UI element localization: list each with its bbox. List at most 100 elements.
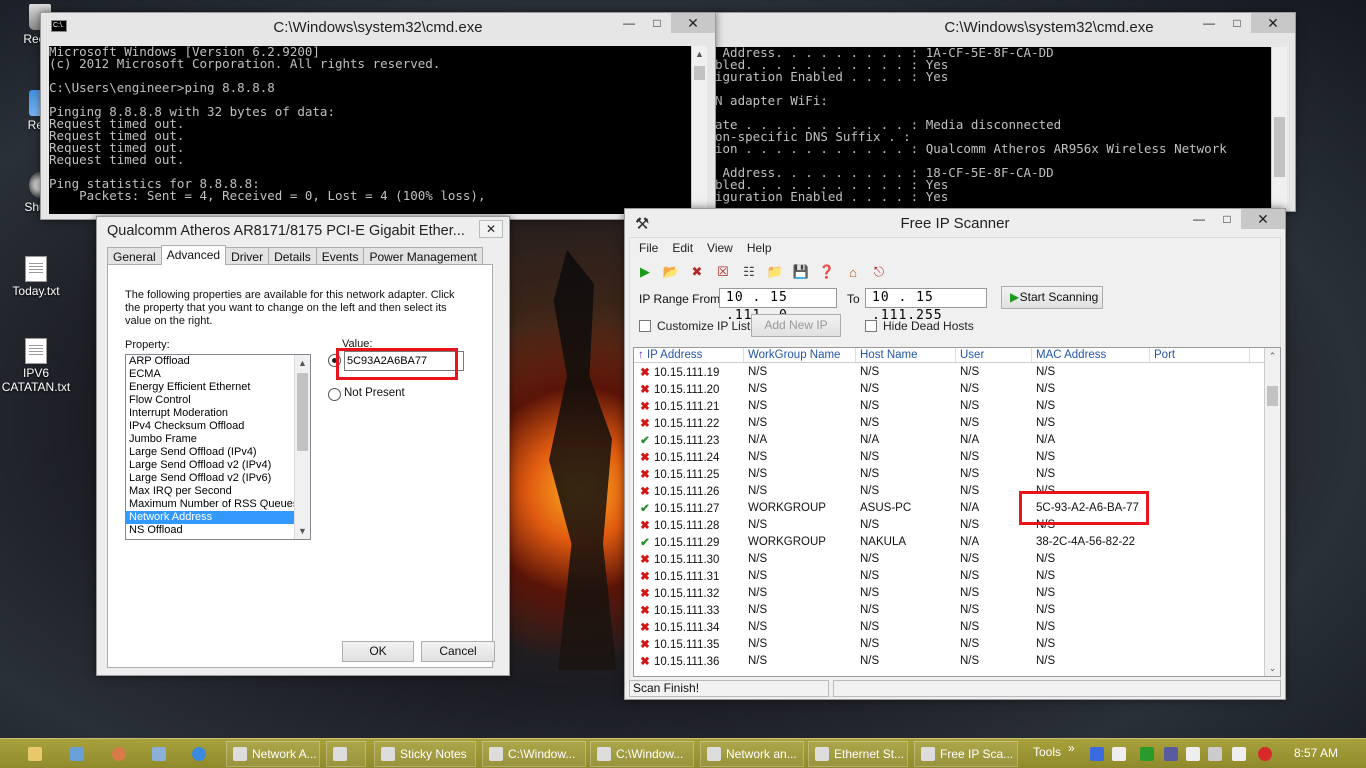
flag-icon[interactable] [1186, 747, 1200, 761]
tab-events[interactable]: Events [315, 247, 365, 265]
property-item[interactable]: Interrupt Moderation [126, 407, 310, 420]
network-status-icon[interactable] [1232, 747, 1246, 761]
close-icon[interactable]: ✕ [479, 220, 503, 238]
table-row[interactable]: ✖ 10.15.111.20 N/S N/S N/S N/S [634, 380, 1280, 397]
network-tool-icon[interactable] [152, 747, 166, 761]
table-row[interactable]: ✖ 10.15.111.34 N/S N/S N/S N/S [634, 618, 1280, 635]
ip-scanner-window[interactable]: ⚒ Free IP Scanner — □ ✕ File Edit View H… [624, 208, 1286, 700]
tab-details[interactable]: Details [268, 247, 317, 265]
paint-icon[interactable] [112, 747, 126, 761]
table-row[interactable]: ✖ 10.15.111.22 N/S N/S N/S N/S [634, 414, 1280, 431]
scan-results-grid[interactable]: ↑ IP Address WorkGroup Name Host Name Us… [633, 347, 1281, 677]
property-item[interactable]: IPv4 Checksum Offload [126, 420, 310, 433]
taskbar-item[interactable]: C:\Window... [482, 741, 586, 767]
tray-arrow-icon[interactable] [1112, 747, 1126, 761]
scroll-thumb[interactable] [1267, 386, 1278, 406]
nvidia-icon[interactable] [1140, 747, 1154, 761]
table-row[interactable]: ✖ 10.15.111.31 N/S N/S N/S N/S [634, 567, 1280, 584]
property-item[interactable]: Max IRQ per Second [126, 485, 310, 498]
open-folder-icon[interactable]: 📂 [661, 262, 681, 282]
table-row[interactable]: ✖ 10.15.111.35 N/S N/S N/S N/S [634, 635, 1280, 652]
table-row[interactable]: ✖ 10.15.111.32 N/S N/S N/S N/S [634, 584, 1280, 601]
menu-view[interactable]: View [707, 241, 733, 255]
property-listbox[interactable]: ARP Offload ECMA Energy Efficient Ethernet… [125, 354, 311, 540]
table-row[interactable]: ✖ 10.15.111.30 N/S N/S N/S N/S [634, 550, 1280, 567]
taskbar-item[interactable]: Sticky Notes [374, 741, 476, 767]
table-row[interactable]: ✔ 10.15.111.27 WORKGROUP ASUS-PC N/A 5C-93-A2… [634, 499, 1280, 516]
table-row[interactable]: ✔ 10.15.111.29 WORKGROUP NAKULA N/A 38-2C-4A-… [634, 533, 1280, 550]
tab-advanced[interactable]: Advanced [160, 245, 227, 265]
export-icon[interactable]: 💾 [791, 262, 811, 282]
ip-from-input[interactable]: 10 . 15 .111. 0 [719, 288, 837, 323]
cmd1-titlebar[interactable]: C:\. C:\Windows\system32\cmd.exe — □ ✕ [41, 13, 715, 41]
ip-to-input[interactable]: 10 . 15 .111.255 [865, 288, 987, 323]
tools-toolbar-label[interactable]: Tools [1033, 745, 1061, 759]
close-icon[interactable]: ✕ [1241, 209, 1285, 229]
home-icon[interactable]: ⌂ [843, 262, 863, 282]
table-row[interactable]: ✖ 10.15.111.25 N/S N/S N/S N/S [634, 465, 1280, 482]
bluetooth-icon[interactable] [1090, 747, 1104, 761]
add-new-ip-button[interactable]: Add New IP [751, 314, 841, 337]
file-explorer-icon[interactable] [28, 747, 42, 761]
cmd2-scrollbar[interactable] [1271, 47, 1287, 209]
property-item[interactable]: Large Send Offload v2 (IPv6) [126, 472, 310, 485]
property-item[interactable]: Large Send Offload (IPv4) [126, 446, 310, 459]
display-icon[interactable] [1208, 747, 1222, 761]
minimize-icon[interactable]: — [1195, 13, 1223, 33]
window-icon[interactable] [70, 747, 84, 761]
desktop-icon-today-txt[interactable]: Today.txt [0, 256, 76, 298]
maximize-icon[interactable]: □ [643, 13, 671, 33]
nic-properties-dialog[interactable]: Qualcomm Atheros AR8171/8175 PCI-E Gigab… [96, 216, 510, 676]
tab-driver[interactable]: Driver [225, 247, 270, 265]
table-row[interactable]: ✖ 10.15.111.28 N/S N/S N/S N/S [634, 516, 1280, 533]
cmd-window-1[interactable]: C:\. C:\Windows\system32\cmd.exe — □ ✕ M… [40, 12, 716, 220]
scroll-up-icon[interactable]: ▲ [692, 46, 707, 62]
dialog-titlebar[interactable]: Qualcomm Atheros AR8171/8175 PCI-E Gigab… [97, 217, 509, 245]
exit-icon[interactable]: ⎋ [869, 262, 889, 282]
minimize-icon[interactable]: — [1185, 209, 1213, 229]
col-ip-address[interactable]: ↑ IP Address [634, 348, 744, 362]
maximize-icon[interactable]: □ [1223, 13, 1251, 33]
cmd1-console[interactable]: Microsoft Windows [Version 6.2.9200] (c) … [49, 46, 691, 214]
delete-icon[interactable]: ✖ [687, 262, 707, 282]
scanner-titlebar[interactable]: ⚒ Free IP Scanner — □ ✕ [625, 209, 1285, 237]
table-row[interactable]: ✖ 10.15.111.21 N/S N/S N/S N/S [634, 397, 1280, 414]
taskbar-item[interactable]: Free IP Sca... [914, 741, 1018, 767]
network-tools-icon[interactable]: ☷ [739, 262, 759, 282]
help-icon[interactable]: ❓ [817, 262, 837, 282]
taskbar-item[interactable] [326, 741, 366, 767]
table-row[interactable]: ✖ 10.15.111.19 N/S N/S N/S N/S [634, 363, 1280, 380]
desktop-icon-ipv6-txt[interactable]: IPV6 CATATAN.txt [0, 338, 76, 394]
cmd-window-2[interactable]: C:\Windows\system32\cmd.exe — □ ✕ Addres… [712, 12, 1296, 212]
table-row[interactable]: ✖ 10.15.111.36 N/S N/S N/S N/S [634, 652, 1280, 669]
property-item[interactable]: Flow Control [126, 394, 310, 407]
property-item[interactable]: ECMA [126, 368, 310, 381]
tab-general[interactable]: General [107, 247, 162, 265]
volume-muted-icon[interactable] [1258, 747, 1272, 761]
table-row[interactable]: ✖ 10.15.111.33 N/S N/S N/S N/S [634, 601, 1280, 618]
col-workgroup[interactable]: WorkGroup Name [744, 348, 856, 362]
property-item[interactable]: NS Offload [126, 524, 310, 537]
taskbar-item[interactable]: Network A... [226, 741, 320, 767]
cmd2-titlebar[interactable]: C:\Windows\system32\cmd.exe — □ ✕ [713, 13, 1295, 41]
col-host-name[interactable]: Host Name [856, 348, 956, 362]
scroll-up-icon[interactable]: ⌃ [1265, 348, 1280, 364]
close-icon[interactable]: ✕ [671, 13, 715, 33]
tray-app-icon[interactable] [1164, 747, 1178, 761]
chevron-right-icon[interactable]: » [1068, 741, 1075, 755]
ie-icon[interactable] [192, 747, 206, 761]
clear-icon[interactable]: ☒ [713, 262, 733, 282]
menu-edit[interactable]: Edit [672, 241, 693, 255]
menu-help[interactable]: Help [747, 241, 772, 255]
property-item[interactable]: ARP Offload [126, 355, 310, 368]
scroll-up-icon[interactable]: ▲ [295, 355, 310, 371]
table-row[interactable]: ✖ 10.15.111.24 N/S N/S N/S N/S [634, 448, 1280, 465]
scroll-down-icon[interactable]: ▼ [295, 523, 310, 539]
property-item[interactable]: Network Address [126, 511, 310, 524]
folder-icon[interactable]: 📁 [765, 262, 785, 282]
not-present-radio[interactable] [328, 388, 341, 401]
grid-scrollbar[interactable]: ⌃ ⌄ [1264, 348, 1280, 676]
ok-button[interactable]: OK [342, 641, 414, 662]
taskbar-item[interactable]: C:\Window... [590, 741, 694, 767]
minimize-icon[interactable]: — [615, 13, 643, 33]
